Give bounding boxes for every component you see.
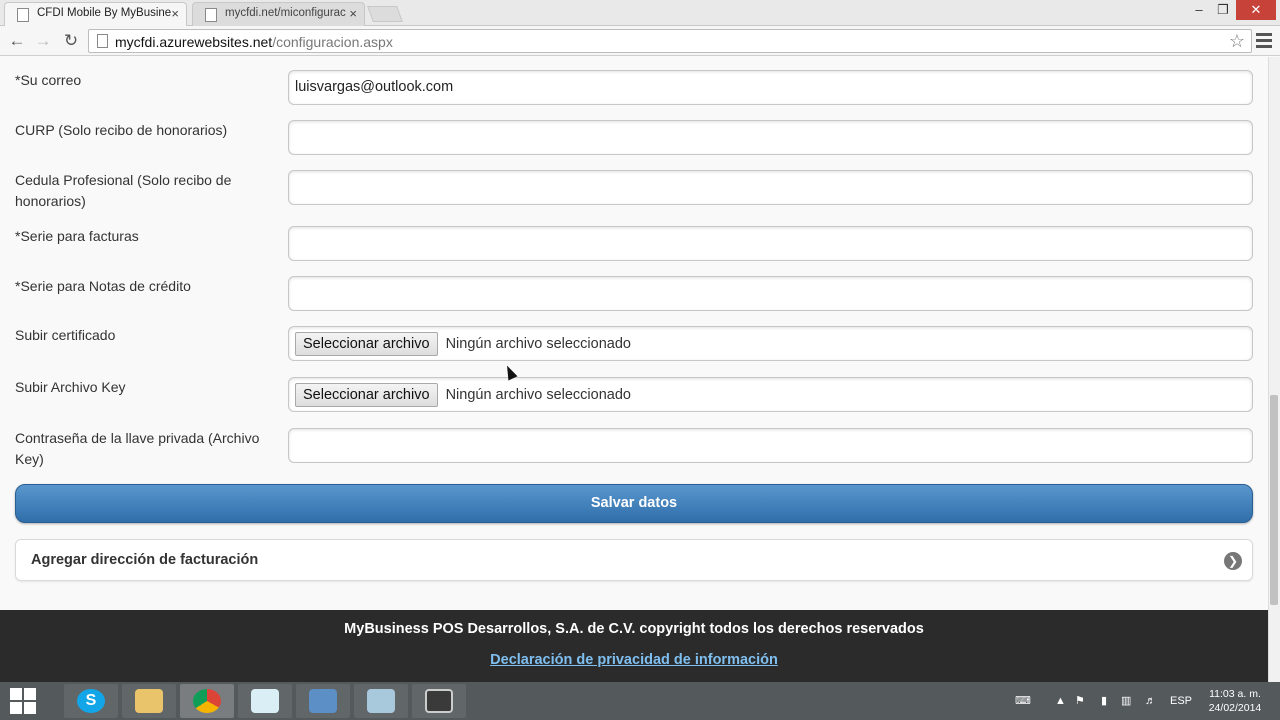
serie-notas-field[interactable]: [288, 276, 1253, 311]
forward-icon[interactable]: →: [32, 30, 54, 52]
copyright-text: MyBusiness POS Desarrollos, S.A. de C.V.…: [344, 621, 924, 637]
back-icon[interactable]: ←: [6, 30, 28, 52]
tab-close-icon[interactable]: ×: [171, 6, 179, 21]
email-label: *Su correo: [15, 72, 82, 88]
chrome-icon[interactable]: [180, 684, 234, 718]
certificate-file-status: Ningún archivo seleccionado: [445, 336, 631, 352]
certificado-label: Subir certificado: [15, 327, 116, 343]
page-icon: [17, 8, 29, 22]
url-text: mycfdi.azurewebsites.net/configuracion.a…: [115, 34, 393, 50]
tab-close-icon[interactable]: ×: [349, 6, 357, 21]
footer: MyBusiness POS Desarrollos, S.A. de C.V.…: [0, 610, 1268, 682]
privacy-link[interactable]: Declaración de privacidad de información: [0, 652, 1268, 668]
restore-button[interactable]: ❐: [1212, 0, 1234, 20]
tab-strip: CFDI Mobile By MyBusine × mycfdi.net/mic…: [0, 0, 1280, 26]
remote-desktop-icon[interactable]: [296, 684, 350, 718]
select-key-button[interactable]: Seleccionar archivo: [295, 383, 438, 407]
keyboard-icon[interactable]: ⌨: [1015, 682, 1043, 720]
solitaire-icon[interactable]: [412, 684, 466, 718]
collapsible-title: Agregar dirección de facturación: [31, 552, 259, 568]
clock[interactable]: 11:03 a. m. 24/02/2014: [1200, 687, 1270, 715]
url-host: mycfdi.azurewebsites.net: [115, 34, 273, 50]
close-window-button[interactable]: ✕: [1236, 0, 1276, 20]
password-field[interactable]: [288, 428, 1253, 463]
app-icon[interactable]: [238, 684, 292, 718]
email-field[interactable]: luisvargas@outlook.com: [288, 70, 1253, 105]
curp-label: CURP (Solo recibo de honorarios): [15, 122, 228, 138]
url-path: /configuracion.aspx: [272, 34, 393, 50]
save-button[interactable]: Salvar datos: [15, 484, 1253, 523]
skype-icon[interactable]: S: [64, 684, 118, 718]
action-center-icon[interactable]: ⚑: [1075, 682, 1091, 720]
new-tab-button[interactable]: [367, 6, 403, 22]
document-icon: [97, 34, 108, 48]
key-file-input: Seleccionar archivo Ningún archivo selec…: [288, 377, 1253, 412]
archivo-key-label: Subir Archivo Key: [15, 379, 126, 395]
serie-notas-label: *Serie para Notas de crédito: [15, 278, 191, 294]
page-icon: [205, 8, 217, 22]
key-file-status: Ningún archivo seleccionado: [445, 387, 631, 403]
cedula-label: Cedula Profesional (Solo recibo de honor…: [15, 172, 232, 209]
windows-start-icon[interactable]: [10, 688, 38, 714]
taskbar: S ⌨ ▲ ⚑ ▮ ▥ ♬ ESP 11:03 a. m. 24/02/2014: [0, 682, 1280, 720]
chevron-right-icon: ❯: [1224, 552, 1242, 570]
battery-icon[interactable]: ▮: [1101, 682, 1113, 720]
file-explorer-icon[interactable]: [122, 684, 176, 718]
scrollbar-thumb[interactable]: [1270, 395, 1278, 605]
clock-time: 11:03 a. m.: [1209, 688, 1261, 700]
curp-field[interactable]: [288, 120, 1253, 155]
serie-facturas-label: *Serie para facturas: [15, 228, 139, 244]
tab-cfdi-mobile[interactable]: CFDI Mobile By MyBusine ×: [4, 2, 187, 26]
volume-icon[interactable]: ♬: [1145, 682, 1159, 720]
cedula-field[interactable]: [288, 170, 1253, 205]
certificado-file-input: Seleccionar archivo Ningún archivo selec…: [288, 326, 1253, 361]
tab-title: CFDI Mobile By MyBusine: [37, 7, 172, 19]
clock-date: 24/02/2014: [1208, 702, 1262, 714]
address-bar[interactable]: mycfdi.azurewebsites.net/configuracion.a…: [88, 29, 1252, 53]
menu-icon[interactable]: [1256, 30, 1272, 50]
bookmark-star-icon[interactable]: ☆: [1229, 31, 1245, 52]
show-hidden-icons-icon[interactable]: ▲: [1055, 682, 1067, 720]
select-certificate-button[interactable]: Seleccionar archivo: [295, 332, 438, 356]
network-icon[interactable]: ▥: [1121, 682, 1137, 720]
minimize-button[interactable]: –: [1188, 0, 1210, 20]
billing-address-collapsible[interactable]: Agregar dirección de facturación ❯: [15, 539, 1253, 581]
language-indicator[interactable]: ESP: [1170, 682, 1196, 720]
password-label: Contraseña de la llave privada (Archivo …: [15, 430, 260, 467]
browser-toolbar: ← → ↻ mycfdi.azurewebsites.net/configura…: [0, 26, 1280, 56]
notes-icon[interactable]: [354, 684, 408, 718]
tab-title: mycfdi.net/miconfigurac: [225, 7, 346, 19]
reload-icon[interactable]: ↻: [60, 30, 82, 52]
serie-facturas-field[interactable]: [288, 226, 1253, 261]
tab-miconfiguracion[interactable]: mycfdi.net/miconfigurac ×: [192, 2, 365, 26]
